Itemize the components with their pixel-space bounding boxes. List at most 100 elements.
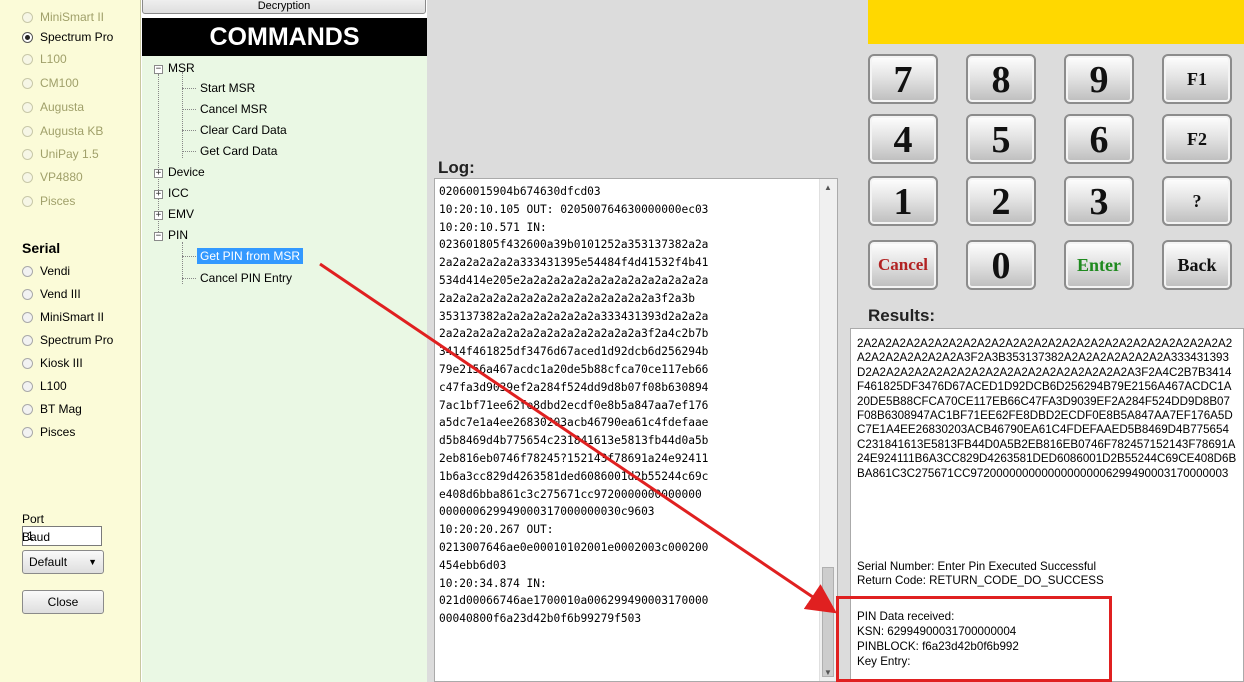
radio-label: MiniSmart II [40, 310, 105, 324]
log-textbox[interactable]: 02060015904b674630dfcd03 10:20:10.105 OU… [434, 178, 838, 682]
radio-dot[interactable] [22, 125, 33, 137]
radio-usb-augusta-kb[interactable]: Augusta KB [22, 122, 103, 140]
radio-serial-spectrum-pro[interactable]: Spectrum Pro [22, 331, 113, 349]
radio-dot[interactable] [22, 357, 33, 369]
radio-dot[interactable] [22, 11, 33, 23]
key-9[interactable]: 9 [1064, 54, 1134, 104]
tree-item-cancel-pin-entry[interactable]: Cancel PIN Entry [200, 271, 292, 285]
radio-serial-kiosk-iii[interactable]: Kiosk III [22, 354, 83, 372]
key-5[interactable]: 5 [966, 114, 1036, 164]
expand-icon[interactable]: + [154, 169, 163, 178]
radio-label: L100 [40, 52, 67, 66]
radio-label: L100 [40, 379, 67, 393]
log-content: 02060015904b674630dfcd03 10:20:10.105 OU… [439, 185, 709, 626]
collapse-icon[interactable]: − [154, 65, 163, 74]
radio-dot[interactable] [22, 265, 33, 277]
key-8[interactable]: 8 [966, 54, 1036, 104]
tree-connector [182, 72, 183, 158]
tree-node-emv[interactable]: EMV [168, 207, 194, 221]
baud-label: Baud [22, 530, 51, 544]
key-1[interactable]: 1 [868, 176, 938, 226]
tree-connector [182, 256, 196, 257]
radio-serial-pisces[interactable]: Pisces [22, 423, 75, 441]
radio-usb-l100[interactable]: L100 [22, 50, 67, 68]
results-hex-data: 2A2A2A2A2A2A2A2A2A2A2A2A2A2A2A2A2A2A2A2A… [857, 337, 1237, 480]
annotation-highlight-box [836, 596, 1112, 682]
radio-dot[interactable] [22, 195, 33, 207]
radio-dot[interactable] [22, 171, 33, 183]
radio-usb-vp4880[interactable]: VP4880 [22, 168, 83, 186]
radio-dot[interactable] [22, 53, 33, 65]
expand-icon[interactable]: + [154, 190, 163, 199]
scroll-down-icon[interactable]: ▼ [824, 668, 832, 677]
radio-usb-spectrum-pro[interactable]: Spectrum Pro [22, 28, 113, 46]
radio-serial-minismart[interactable]: MiniSmart II [22, 308, 104, 326]
key-3[interactable]: 3 [1064, 176, 1134, 226]
radio-dot[interactable] [22, 403, 33, 415]
serial-section-title: Serial [22, 240, 61, 256]
radio-usb-minismart[interactable]: MiniSmart II [22, 8, 104, 26]
key-2[interactable]: 2 [966, 176, 1036, 226]
tree-item-get-card-data[interactable]: Get Card Data [200, 144, 277, 158]
radio-dot[interactable] [22, 311, 33, 323]
tree-item-clear-card-data[interactable]: Clear Card Data [200, 123, 287, 137]
key-f1[interactable]: F1 [1162, 54, 1232, 104]
pinpad-display [868, 0, 1244, 44]
radio-serial-vendi[interactable]: Vendi [22, 262, 70, 280]
tree-connector [182, 109, 196, 110]
baud-select[interactable]: Default ▼ [22, 550, 104, 574]
expand-icon[interactable]: + [154, 211, 163, 220]
key-f2[interactable]: F2 [1162, 114, 1232, 164]
radio-dot[interactable] [22, 380, 33, 392]
radio-dot[interactable] [22, 101, 33, 113]
baud-value: Default [29, 555, 68, 569]
close-button[interactable]: Close [22, 590, 104, 614]
key-cancel[interactable]: Cancel [868, 240, 938, 290]
tree-node-device[interactable]: Device [168, 165, 205, 179]
tree-connector [182, 130, 196, 131]
radio-label: Augusta [40, 100, 85, 114]
radio-label: Pisces [40, 194, 76, 208]
port-label: Port [22, 512, 45, 526]
radio-dot[interactable] [22, 288, 33, 300]
scroll-thumb[interactable] [822, 567, 834, 677]
radio-dot[interactable] [22, 426, 33, 438]
radio-label: Pisces [40, 425, 76, 439]
key-0[interactable]: 0 [966, 240, 1036, 290]
key-7[interactable]: 7 [868, 54, 938, 104]
scroll-up-icon[interactable]: ▲ [824, 183, 832, 192]
tree-item-start-msr[interactable]: Start MSR [200, 81, 255, 95]
results-return-code: Return Code: RETURN_CODE_DO_SUCCESS [857, 574, 1104, 587]
radio-dot[interactable] [22, 148, 33, 160]
key-help[interactable]: ? [1162, 176, 1232, 226]
tree-item-get-pin-from-msr[interactable]: Get PIN from MSR [197, 248, 304, 264]
radio-serial-bt-mag[interactable]: BT Mag [22, 400, 82, 418]
tree-node-icc[interactable]: ICC [168, 186, 189, 200]
key-4[interactable]: 4 [868, 114, 938, 164]
radio-label: Vendi [40, 264, 71, 278]
radio-usb-augusta[interactable]: Augusta [22, 98, 84, 116]
key-back[interactable]: Back [1162, 240, 1232, 290]
collapse-icon[interactable]: − [154, 232, 163, 241]
radio-dot[interactable] [22, 31, 33, 43]
radio-serial-vend-iii[interactable]: Vend III [22, 285, 81, 303]
radio-usb-unipay[interactable]: UniPay 1.5 [22, 145, 99, 163]
tree-connector [182, 151, 196, 152]
radio-usb-cm100[interactable]: CM100 [22, 74, 79, 92]
tree-node-pin[interactable]: PIN [168, 228, 188, 242]
log-scrollbar[interactable]: ▲ ▼ [819, 179, 837, 681]
key-enter[interactable]: Enter [1064, 240, 1134, 290]
decryption-button[interactable]: Decryption [142, 0, 426, 14]
radio-label: MiniSmart II [40, 10, 105, 24]
key-6[interactable]: 6 [1064, 114, 1134, 164]
radio-serial-l100[interactable]: L100 [22, 377, 67, 395]
radio-label: Vend III [40, 287, 81, 301]
radio-dot[interactable] [22, 334, 33, 346]
tree-node-msr[interactable]: MSR [168, 61, 195, 75]
radio-label: Kiosk III [40, 356, 83, 370]
tree-item-cancel-msr[interactable]: Cancel MSR [200, 102, 267, 116]
radio-usb-pisces[interactable]: Pisces [22, 192, 75, 210]
chevron-down-icon: ▼ [88, 557, 97, 567]
radio-dot[interactable] [22, 77, 33, 89]
commands-tree: − MSR Start MSR Cancel MSR Clear Card Da… [142, 56, 427, 682]
